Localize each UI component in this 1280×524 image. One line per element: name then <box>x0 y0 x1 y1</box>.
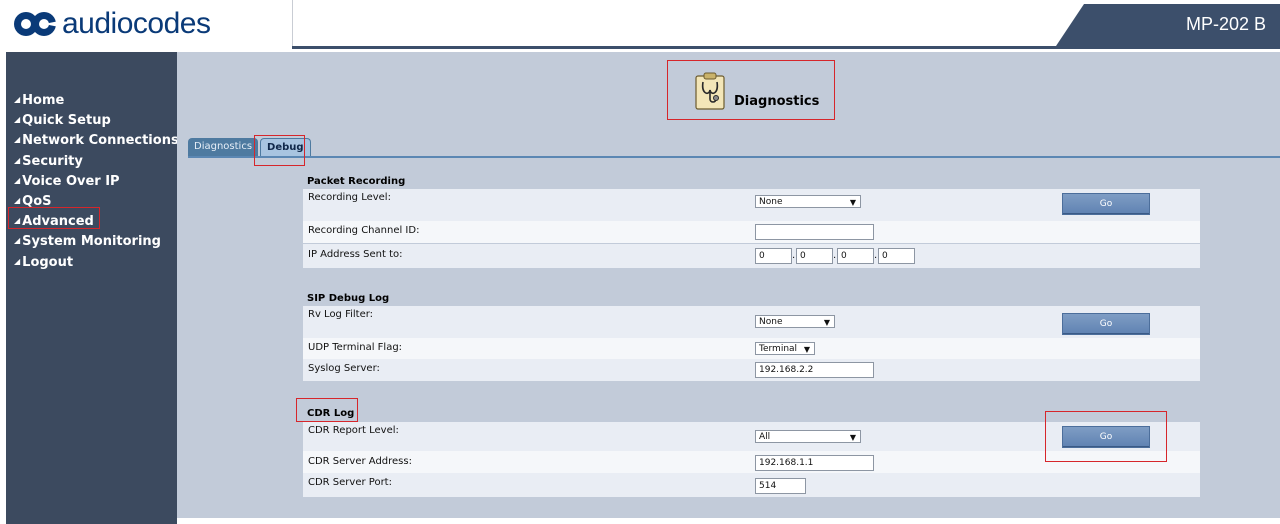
packet-recording-go-button[interactable]: Go <box>1062 193 1150 215</box>
logo-mark-icon <box>14 10 60 38</box>
channel-id-label: Recording Channel ID: <box>308 225 420 236</box>
sidebar-item-label: Home <box>22 93 65 108</box>
page-title: Diagnostics <box>734 94 820 109</box>
tab-diagnostics[interactable]: Diagnostics <box>188 138 259 156</box>
bullet-icon: ◢ <box>14 216 21 226</box>
rv-log-filter-select[interactable]: None ▼ <box>755 315 835 328</box>
sidebar-item-label: QoS <box>22 193 52 209</box>
row-recording-level: Recording Level: None ▼ Go <box>303 189 1200 222</box>
sidebar-item-advanced[interactable]: ◢ Advanced <box>14 211 179 231</box>
sidebar-item-label: Advanced <box>22 214 94 230</box>
select-value: Terminal <box>759 344 798 354</box>
udp-terminal-flag-select[interactable]: Terminal ▼ <box>755 342 815 355</box>
sidebar-item-voice-over-ip[interactable]: ◢ Voice Over IP <box>14 171 179 191</box>
recording-level-select[interactable]: None ▼ <box>755 195 861 208</box>
clipboard-stethoscope-icon <box>695 72 725 110</box>
header: audiocodes MP-202 B <box>0 0 1280 49</box>
ip-dot: . <box>792 250 796 261</box>
cdr-log-go-button[interactable]: Go <box>1062 426 1150 448</box>
bullet-icon: ◢ <box>14 115 21 125</box>
syslog-server-input[interactable]: 192.168.2.2 <box>755 362 874 378</box>
sidebar-item-label: Security <box>22 153 83 169</box>
brand-name: audiocodes <box>62 7 211 40</box>
sidebar-item-label: Network Connections <box>22 133 179 149</box>
cdr-server-address-input[interactable]: 192.168.1.1 <box>755 455 874 471</box>
triangle-down-icon: ▼ <box>849 433 856 442</box>
section-title-sip-debug-log: SIP Debug Log <box>307 293 390 304</box>
channel-id-input[interactable] <box>755 224 874 240</box>
row-cdr-report-level: CDR Report Level: All ▼ Go <box>303 422 1200 452</box>
bullet-icon: ◢ <box>14 135 21 145</box>
cdr-server-port-label: CDR Server Port: <box>308 477 392 488</box>
sidebar-item-label: Voice Over IP <box>22 173 120 189</box>
row-ip-address: IP Address Sent to: 0 . 0 . 0 . 0 <box>303 244 1200 269</box>
udp-terminal-flag-label: UDP Terminal Flag: <box>308 342 403 353</box>
ip-dot: . <box>833 250 837 261</box>
section-title-cdr-log: CDR Log <box>307 408 355 419</box>
row-udp-terminal-flag: UDP Terminal Flag: Terminal ▼ <box>303 338 1200 360</box>
device-model: MP-202 B <box>1185 14 1266 34</box>
triangle-down-icon: ▼ <box>823 318 830 327</box>
sidebar-item-label: System Monitoring <box>22 234 161 250</box>
ip-octet-2-input[interactable]: 0 <box>796 248 833 264</box>
audiocodes-logo[interactable]: audiocodes <box>14 4 211 44</box>
rv-log-filter-label: Rv Log Filter: <box>308 309 374 320</box>
sidebar-item-system-monitoring[interactable]: ◢ System Monitoring <box>14 231 179 251</box>
sidebar-item-label: Quick Setup <box>22 113 111 129</box>
sip-debug-go-button[interactable]: Go <box>1062 313 1150 335</box>
bullet-icon: ◢ <box>14 155 21 165</box>
sidebar-item-home[interactable]: ◢ Home <box>14 90 179 110</box>
ip-address-label: IP Address Sent to: <box>308 249 403 260</box>
row-channel-id: Recording Channel ID: <box>303 221 1200 244</box>
row-cdr-server-port: CDR Server Port: 514 <box>303 473 1200 498</box>
cdr-report-level-label: CDR Report Level: <box>308 425 399 436</box>
sidebar-nav: ◢ Home ◢ Quick Setup ◢ Network Connections … <box>14 90 179 272</box>
tab-underline <box>188 156 1280 158</box>
row-cdr-server-address: CDR Server Address: 192.168.1.1 <box>303 451 1200 474</box>
sidebar-item-qos[interactable]: ◢ QoS <box>14 191 179 211</box>
sidebar-item-security[interactable]: ◢ Security <box>14 151 179 171</box>
main-content: Diagnostics Diagnostics Debug Packet Rec… <box>177 52 1280 518</box>
bullet-icon: ◢ <box>14 175 21 185</box>
ip-octet-4-input[interactable]: 0 <box>878 248 915 264</box>
recording-level-label: Recording Level: <box>308 192 391 203</box>
triangle-down-icon: ▼ <box>803 345 810 354</box>
bullet-icon: ◢ <box>14 95 21 104</box>
sidebar-item-network-connections[interactable]: ◢ Network Connections <box>14 130 179 150</box>
ip-octet-1-input[interactable]: 0 <box>755 248 792 264</box>
cdr-server-address-label: CDR Server Address: <box>308 456 412 467</box>
bullet-icon: ◢ <box>14 256 21 266</box>
triangle-down-icon: ▼ <box>849 198 856 207</box>
sidebar-item-logout[interactable]: ◢ Logout <box>14 252 179 272</box>
sidebar-item-quick-setup[interactable]: ◢ Quick Setup <box>14 110 179 130</box>
cdr-report-level-select[interactable]: All ▼ <box>755 430 861 443</box>
page-header: Diagnostics <box>668 60 834 120</box>
sidebar-item-label: Logout <box>22 254 74 270</box>
row-rv-log-filter: Rv Log Filter: None ▼ Go <box>303 306 1200 339</box>
select-value: None <box>759 317 783 327</box>
bullet-icon: ◢ <box>14 236 21 246</box>
select-value: None <box>759 197 783 207</box>
tab-bar: Diagnostics Debug <box>188 138 311 157</box>
select-value: All <box>759 432 771 442</box>
header-rule <box>292 46 1280 49</box>
ip-dot: . <box>874 250 878 261</box>
header-divider <box>292 0 293 46</box>
sidebar: ◢ Home ◢ Quick Setup ◢ Network Connections … <box>6 52 179 524</box>
row-syslog-server: Syslog Server: 192.168.2.2 <box>303 359 1200 382</box>
tab-debug[interactable]: Debug <box>260 138 311 157</box>
cdr-server-port-input[interactable]: 514 <box>755 478 806 494</box>
section-title-packet-recording: Packet Recording <box>307 176 406 187</box>
ip-octet-3-input[interactable]: 0 <box>837 248 874 264</box>
syslog-server-label: Syslog Server: <box>308 363 380 374</box>
bullet-icon: ◢ <box>14 195 21 205</box>
